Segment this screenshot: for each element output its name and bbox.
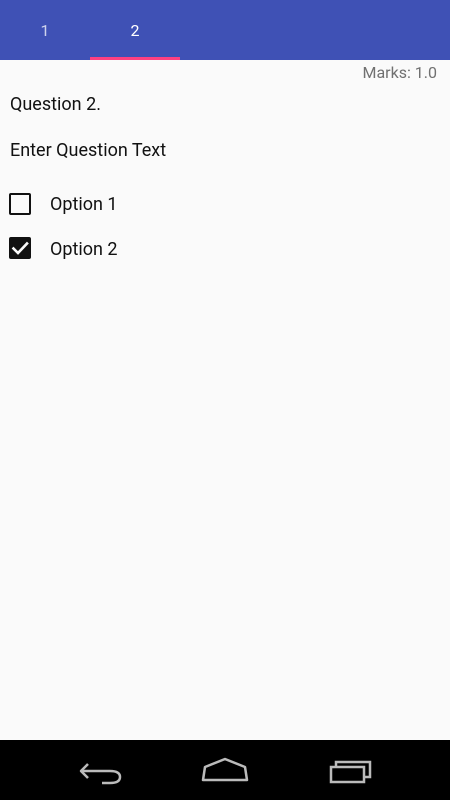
option-2-label: Option 2 (50, 238, 118, 260)
marks-label: Marks: 1.0 (362, 63, 437, 82)
tab-indicator (90, 57, 180, 60)
option-1[interactable]: Option 1 (0, 184, 300, 224)
tab-2-label: 2 (130, 20, 140, 40)
question-text: Enter Question Text (10, 140, 167, 161)
recent-apps-icon[interactable] (322, 750, 382, 790)
home-icon[interactable] (195, 750, 255, 790)
tab-2[interactable]: 2 (90, 0, 180, 60)
tab-bar: 1 2 (0, 0, 450, 60)
option-1-label: Option 1 (50, 193, 118, 215)
tab-1-label: 1 (40, 20, 50, 40)
checkbox-checked-icon[interactable] (9, 237, 31, 259)
tab-1[interactable]: 1 (0, 0, 90, 60)
checkbox-unchecked-icon[interactable] (9, 193, 31, 215)
navigation-bar (0, 740, 450, 800)
question-title: Question 2. (10, 94, 101, 115)
back-icon[interactable] (70, 750, 130, 790)
option-2[interactable]: Option 2 (0, 229, 300, 269)
